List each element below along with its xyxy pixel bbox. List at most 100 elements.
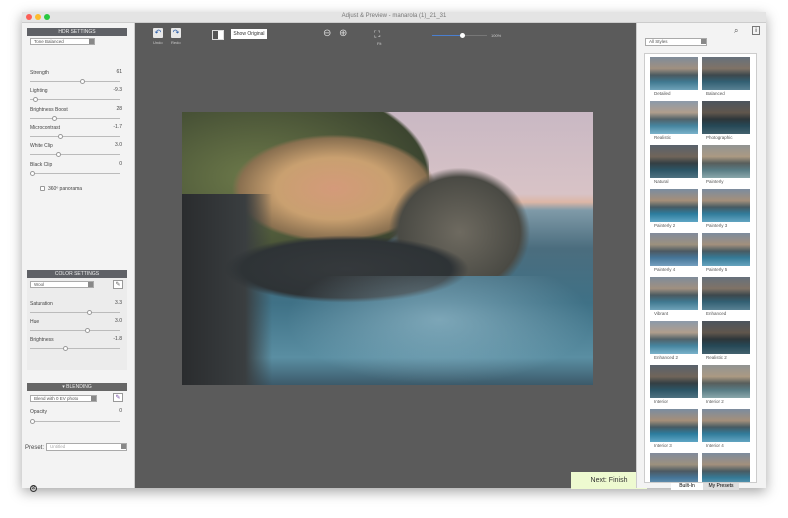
- slider-value: 0: [119, 160, 122, 167]
- tab-my-presets[interactable]: My Presets: [703, 483, 739, 490]
- undo-icon[interactable]: ↶: [153, 28, 163, 38]
- style-thumbnail[interactable]: [702, 453, 750, 482]
- style-thumbnail[interactable]: [650, 453, 698, 482]
- undo-label: Undo: [153, 40, 163, 45]
- style-thumbnail[interactable]: [650, 145, 698, 178]
- slider-label: Black Clip: [30, 161, 53, 168]
- slider-knob[interactable]: [57, 133, 63, 139]
- split-view-icon[interactable]: [212, 30, 224, 40]
- slider-value: 3.0: [115, 142, 122, 149]
- opacity-slider-knob[interactable]: [30, 419, 35, 424]
- window-title: Adjust & Preview - manarola (1)_21_31: [341, 13, 447, 19]
- slider-track[interactable]: [30, 79, 120, 84]
- slider-value: 28: [116, 105, 122, 112]
- slider-label: Strength: [30, 70, 49, 76]
- style-name: Balanced: [706, 91, 725, 96]
- slider-knob[interactable]: [79, 79, 85, 84]
- slider-knob[interactable]: [32, 97, 38, 103]
- info-icon[interactable]: i: [752, 26, 760, 35]
- settings-icon[interactable]: ⊘: [30, 485, 37, 492]
- slider-track[interactable]: [30, 346, 120, 351]
- panorama-checkbox[interactable]: [40, 186, 45, 191]
- zoom-out-icon[interactable]: ⊖: [323, 28, 331, 39]
- redo-icon[interactable]: ↷: [171, 28, 181, 38]
- slider-label: White Clip: [30, 143, 53, 150]
- fit-icon[interactable]: ⛶: [374, 29, 384, 39]
- style-name: Painterly 2: [654, 223, 676, 228]
- style-thumbnail[interactable]: [702, 277, 750, 310]
- style-name: Interior 2: [706, 399, 724, 404]
- show-original-button[interactable]: Show Original: [231, 29, 267, 39]
- blending-header: ▾ BLENDING: [27, 383, 127, 391]
- slider-track[interactable]: [30, 170, 120, 176]
- style-thumbnail[interactable]: [702, 409, 750, 442]
- slider-label: Brightness: [30, 337, 54, 343]
- style-name: Interior: [654, 399, 669, 404]
- slider-label: Lighting: [30, 88, 48, 95]
- color-settings-header: COLOR SETTINGS: [27, 270, 127, 278]
- style-name: Realistic 2: [706, 355, 727, 360]
- slider-track[interactable]: [30, 328, 120, 333]
- preset-label: Preset:: [25, 445, 45, 451]
- zoom-slider-knob[interactable]: [460, 33, 466, 38]
- tab-built-in[interactable]: Built-In: [671, 483, 703, 490]
- style-name: Photographic: [706, 135, 733, 140]
- style-name: Painterly: [706, 179, 724, 184]
- slider-track[interactable]: [30, 97, 120, 103]
- slider-track[interactable]: [30, 115, 120, 121]
- style-name: Vibrant: [654, 311, 669, 316]
- left-panel: HDR SETTINGS Tone Balanced Strength 61 L…: [22, 23, 135, 492]
- slider-label: Saturation: [30, 301, 53, 307]
- style-name: Natural: [654, 179, 669, 184]
- style-name: Painterly 4: [654, 267, 676, 272]
- zoom-value: 100%: [491, 33, 502, 38]
- style-thumbnail[interactable]: [650, 189, 698, 222]
- search-icon[interactable]: ⌕: [734, 26, 738, 36]
- style-thumbnail[interactable]: [650, 409, 698, 442]
- style-thumbnail[interactable]: [650, 277, 698, 310]
- style-thumbnail[interactable]: [702, 145, 750, 178]
- styles-grid: Detailed Balanced Realistic Photographic…: [644, 53, 757, 483]
- style-thumbnail[interactable]: [650, 365, 698, 398]
- style-thumbnail[interactable]: [702, 189, 750, 222]
- style-name: Enhanced: [706, 311, 727, 316]
- style-thumbnail[interactable]: [702, 57, 750, 90]
- style-name: Enhanced 2: [654, 355, 679, 360]
- style-thumbnail[interactable]: [702, 365, 750, 398]
- opacity-slider[interactable]: [30, 419, 120, 424]
- style-thumbnail[interactable]: [650, 101, 698, 134]
- slider-track[interactable]: [30, 133, 120, 139]
- style-thumbnail[interactable]: [702, 321, 750, 354]
- styles-panel: ⌕ i All Styles Detailed Balanced Realist…: [636, 23, 766, 490]
- style-thumbnail[interactable]: [702, 233, 750, 266]
- style-name: Realistic: [654, 135, 672, 140]
- slider-knob[interactable]: [86, 310, 92, 315]
- blend-brush-icon[interactable]: ✎: [113, 393, 123, 402]
- slider-knob[interactable]: [85, 328, 91, 333]
- style-thumbnail[interactable]: [650, 57, 698, 90]
- hdr-preset-select[interactable]: Tone Balanced: [30, 38, 95, 45]
- slider-knob[interactable]: [30, 170, 35, 176]
- eyedropper-icon[interactable]: ✎: [113, 280, 123, 289]
- preset-select[interactable]: Untitled: [46, 443, 127, 451]
- blend-mode-select[interactable]: Blend with 0 EV photo: [30, 395, 97, 402]
- slider-knob[interactable]: [51, 115, 57, 121]
- slider-knob[interactable]: [62, 346, 68, 351]
- slider-track[interactable]: [30, 310, 120, 315]
- zoom-slider[interactable]: [432, 33, 487, 38]
- style-filter-select[interactable]: All Styles: [645, 38, 707, 46]
- style-thumbnail[interactable]: [702, 101, 750, 134]
- color-preset-select[interactable]: Wool: [30, 281, 94, 288]
- style-thumbnail[interactable]: [650, 233, 698, 266]
- style-name: Interior 4: [706, 443, 724, 448]
- title-bar: Adjust & Preview - manarola (1)_21_31: [22, 12, 766, 23]
- zoom-in-icon[interactable]: ⊕: [339, 28, 347, 39]
- opacity-value: 0: [119, 408, 122, 414]
- style-name: Painterly 3: [706, 223, 728, 228]
- hdr-settings-header: HDR SETTINGS: [27, 28, 127, 36]
- style-thumbnail[interactable]: [650, 321, 698, 354]
- slider-track[interactable]: [30, 152, 120, 158]
- panorama-label: 360º panorama: [48, 186, 83, 192]
- slider-knob[interactable]: [55, 152, 61, 158]
- slider-value: 61: [116, 69, 122, 75]
